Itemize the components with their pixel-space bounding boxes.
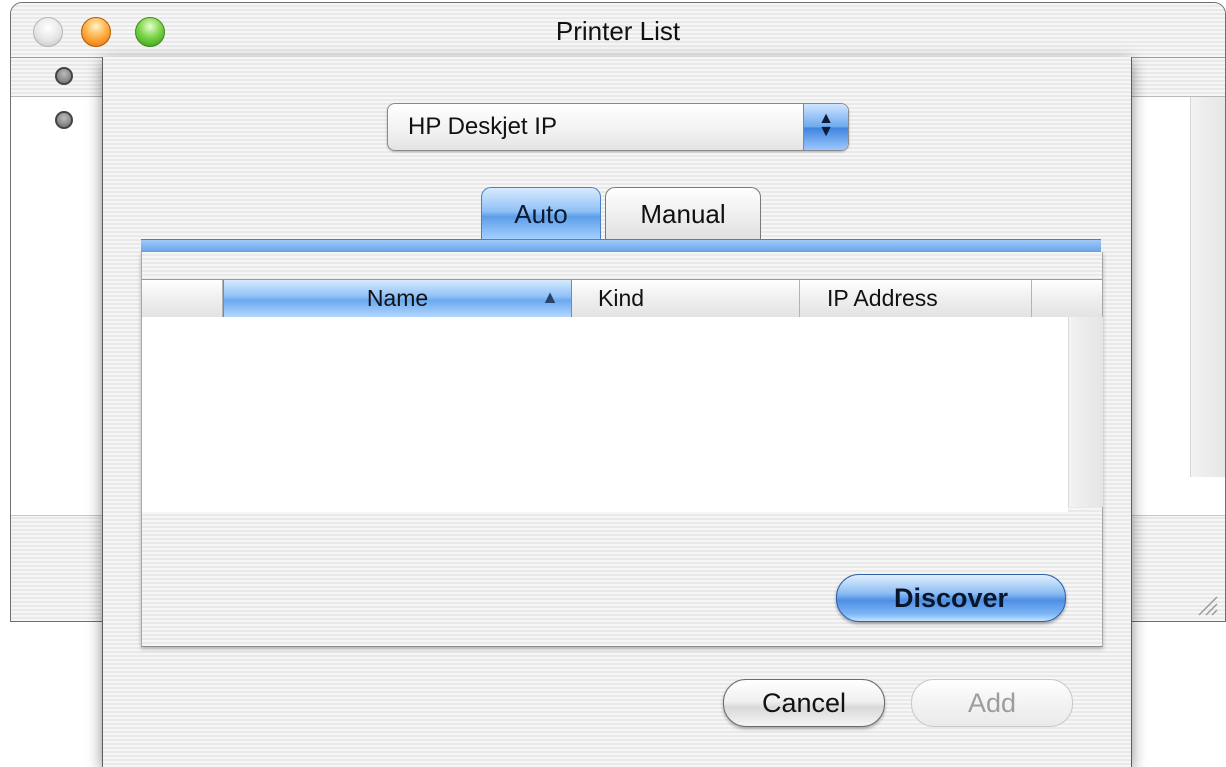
status-indicator-icon (55, 67, 73, 85)
column-header-kind[interactable]: Kind (572, 280, 800, 317)
status-indicator-icon (55, 111, 73, 129)
column-name-label: Name (366, 285, 429, 311)
column-header-ip-address[interactable]: IP Address (801, 280, 1032, 317)
tab-divider (141, 239, 1101, 253)
connection-type-value: HP Deskjet IP (408, 113, 557, 140)
column-header-blank (142, 280, 223, 317)
column-header-name[interactable]: Name ▲ (223, 280, 572, 317)
tab-manual[interactable]: Manual (605, 187, 761, 240)
title-bar[interactable]: Printer List (11, 3, 1225, 58)
connection-type-popup[interactable]: HP Deskjet IP ▲ ▼ (387, 103, 849, 151)
printer-table-body[interactable] (142, 317, 1068, 512)
table-header: Name ▲ Kind IP Address (142, 279, 1102, 318)
column-header-filler (1033, 280, 1101, 317)
add-printer-sheet: HP Deskjet IP ▲ ▼ Auto Manual Name ▲ Kind… (102, 57, 1132, 767)
auto-tab-panel: Name ▲ Kind IP Address Discover (141, 252, 1103, 647)
window-title: Printer List (555, 16, 681, 46)
add-button[interactable]: Add (911, 679, 1073, 727)
tab-auto[interactable]: Auto (481, 187, 601, 240)
up-down-arrows-icon[interactable]: ▲ ▼ (803, 104, 848, 150)
discover-button[interactable]: Discover (836, 574, 1066, 622)
resize-grip-icon[interactable] (1195, 593, 1219, 617)
printer-list-scrollbar[interactable] (1190, 97, 1225, 477)
sort-ascending-icon: ▲ (541, 287, 559, 307)
table-scrollbar[interactable] (1068, 317, 1103, 507)
cancel-button[interactable]: Cancel (723, 679, 885, 727)
